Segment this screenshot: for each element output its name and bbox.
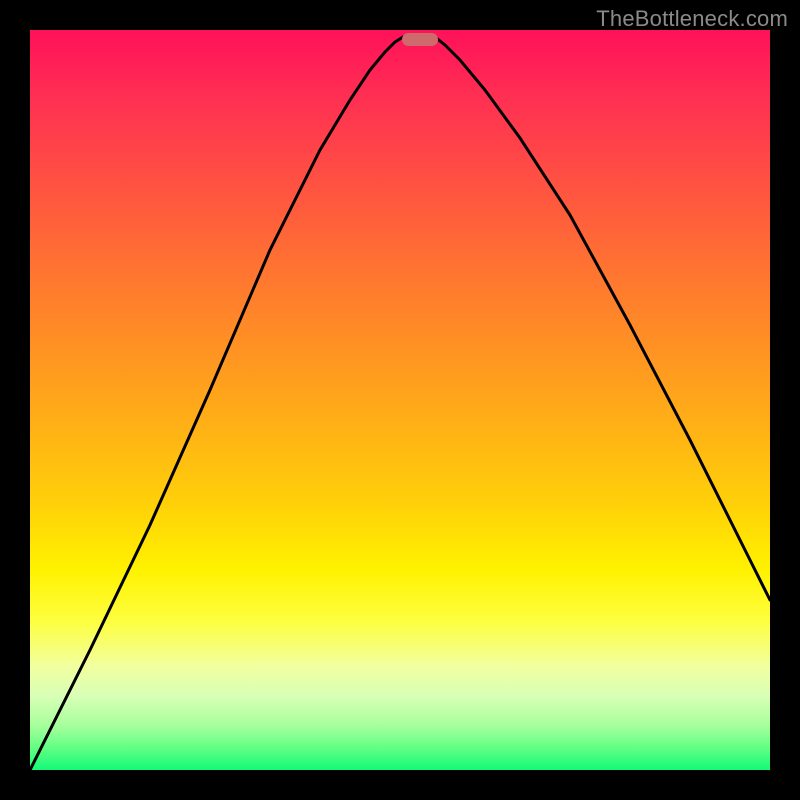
bottom-marker bbox=[402, 33, 438, 46]
curve-right-branch bbox=[435, 37, 770, 600]
outer-frame: TheBottleneck.com bbox=[0, 0, 800, 800]
curve-left-branch bbox=[30, 37, 403, 770]
bottleneck-curve bbox=[30, 30, 770, 770]
plot-area bbox=[30, 30, 770, 770]
watermark-text: TheBottleneck.com bbox=[596, 6, 788, 32]
